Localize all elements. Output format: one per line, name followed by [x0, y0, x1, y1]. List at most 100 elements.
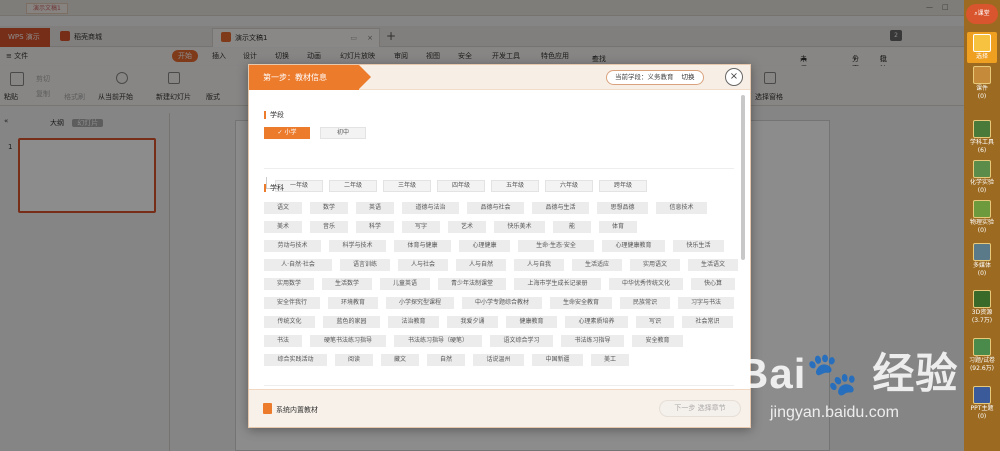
subject-option[interactable]: 语文综合学习 — [490, 335, 553, 347]
subject-option[interactable]: 信息技术 — [656, 202, 707, 214]
book-icon — [263, 403, 272, 414]
sidebar-item-select[interactable]: 选择 — [967, 32, 997, 63]
subject-option[interactable]: 英语 — [356, 202, 394, 214]
classroom-sidebar: ⌕课堂 选择 课件 (0) 学科工具 (6) 化学实验 (0) 物理实验 (0) 多媒体… — [964, 0, 1000, 451]
grade-option[interactable]: 三年级 — [383, 180, 431, 192]
subject-option[interactable]: 心理素质培养 — [565, 316, 628, 328]
subject-option[interactable]: 写字 — [402, 221, 440, 233]
subject-option[interactable]: 艺术 — [448, 221, 486, 233]
sidebar-item-subject-tools[interactable]: 学科工具 (6) — [967, 120, 997, 155]
subject-option[interactable]: 书法 — [264, 335, 302, 347]
subject-option[interactable]: 安全伴我行 — [264, 297, 320, 309]
chemistry-icon — [973, 160, 991, 178]
3d-icon — [973, 290, 991, 308]
subject-option[interactable]: 思想品德 — [597, 202, 648, 214]
subject-option[interactable]: 上海市学生成长记录册 — [514, 278, 601, 290]
subject-option[interactable]: 美术 — [264, 221, 302, 233]
subject-option[interactable]: 心理健康 — [459, 240, 510, 252]
switch-stage-link[interactable]: 切换 — [682, 73, 695, 81]
subject-option[interactable]: 数学 — [310, 202, 348, 214]
subject-option[interactable]: 生活数学 — [322, 278, 372, 290]
grade-option[interactable]: 二年级 — [329, 180, 377, 192]
subject-option[interactable]: 我爱夕诵 — [447, 316, 498, 328]
subject-option[interactable]: 小学探究型课程 — [386, 297, 454, 309]
subject-option[interactable]: 儿童英语 — [380, 278, 430, 290]
subject-option[interactable]: 人·自然·社会 — [264, 259, 332, 271]
subject-option[interactable]: 青少年法制课堂 — [438, 278, 506, 290]
subject-option[interactable]: 话说温州 — [473, 354, 524, 366]
physics-icon — [973, 200, 991, 218]
scrollbar[interactable] — [741, 95, 745, 260]
sidebar-search-button[interactable]: ⌕课堂 — [966, 4, 998, 24]
subject-option[interactable]: 语言训练 — [340, 259, 390, 271]
subject-option[interactable]: 习字与书法 — [678, 297, 734, 309]
exercises-icon — [973, 338, 991, 356]
subject-option[interactable]: 硬笔书法练习指导 — [310, 335, 386, 347]
subject-option[interactable]: 安全教育 — [632, 335, 683, 347]
subject-option[interactable]: 社会常识 — [682, 316, 733, 328]
sidebar-item-courseware[interactable]: 课件 (0) — [967, 66, 997, 101]
next-step-button[interactable]: 下一步 选择章节 — [659, 400, 741, 417]
subject-option[interactable]: 中小学专题综合教材 — [462, 297, 542, 309]
stage-option-primary[interactable]: ✓ 小学 — [264, 127, 310, 139]
grade-option[interactable]: 四年级 — [437, 180, 485, 192]
divider — [264, 168, 734, 169]
subject-option[interactable]: 传统文化 — [264, 316, 315, 328]
subject-option[interactable]: 自然 — [427, 354, 465, 366]
grade-option[interactable]: 跨年级 — [599, 180, 647, 192]
subject-option[interactable]: 人与自我 — [514, 259, 564, 271]
current-stage-selector[interactable]: 当前学段：义务教育 切换 — [606, 70, 704, 85]
subject-option[interactable]: 体育 — [599, 221, 637, 233]
subject-option[interactable]: 法治教育 — [388, 316, 439, 328]
subject-option[interactable]: 健康教育 — [506, 316, 557, 328]
subject-option[interactable]: 实用语文 — [630, 259, 680, 271]
subject-option[interactable]: 心理健康教育 — [602, 240, 665, 252]
subject-option[interactable]: 能 — [553, 221, 591, 233]
subject-option[interactable]: 快乐美术 — [494, 221, 545, 233]
sidebar-item-3d[interactable]: 3D资源 (3.7万) — [967, 290, 997, 325]
subject-option[interactable]: 科学与技术 — [329, 240, 386, 252]
grade-option[interactable]: 六年级 — [545, 180, 593, 192]
subject-option[interactable]: 实用数学 — [264, 278, 314, 290]
subject-option[interactable]: 美工 — [591, 354, 629, 366]
subject-option[interactable]: 写识 — [636, 316, 674, 328]
sidebar-item-physics[interactable]: 物理实验 (0) — [967, 200, 997, 235]
subject-option[interactable]: 综合实践活动 — [264, 354, 327, 366]
builtin-textbook-label[interactable]: 系统内置教材 — [263, 403, 318, 415]
subject-option[interactable]: 人与自然 — [456, 259, 506, 271]
divider — [264, 385, 734, 386]
subject-option[interactable]: 环境教育 — [328, 297, 378, 309]
subject-option[interactable]: 书法练习指导 — [561, 335, 624, 347]
sidebar-item-chemistry[interactable]: 化学实验 (0) — [967, 160, 997, 195]
sidebar-item-media[interactable]: 多媒体 (0) — [967, 243, 997, 278]
stage-option-junior[interactable]: 初中 — [320, 127, 366, 139]
subject-option[interactable]: 生命·生态·安全 — [518, 240, 594, 252]
subject-option[interactable]: 音乐 — [310, 221, 348, 233]
subject-option[interactable]: 道德与法治 — [402, 202, 459, 214]
subject-option[interactable]: 阅读 — [335, 354, 373, 366]
subject-option[interactable]: 中华优秀传统文化 — [609, 278, 683, 290]
media-icon — [973, 243, 991, 261]
subject-option[interactable]: 体育与健康 — [394, 240, 451, 252]
subject-option[interactable]: 书法练习指导（硬笔） — [394, 335, 482, 347]
subject-option[interactable]: 生命安全教育 — [550, 297, 612, 309]
subject-option[interactable]: 生活语文 — [688, 259, 738, 271]
subject-option[interactable]: 快心算 — [691, 278, 735, 290]
subject-option[interactable]: 品德与社会 — [467, 202, 524, 214]
subject-option[interactable]: 生活适应 — [572, 259, 622, 271]
subject-option[interactable]: 民族常识 — [620, 297, 670, 309]
subject-option[interactable]: 语文 — [264, 202, 302, 214]
step-title: 第一步：教材信息 — [249, 65, 371, 90]
subject-option[interactable]: 藏文 — [381, 354, 419, 366]
sidebar-item-ppt-theme[interactable]: PPT主题 (0) — [967, 386, 997, 421]
subject-option[interactable]: 蓝色的家园 — [323, 316, 380, 328]
subject-option[interactable]: 中国新疆 — [532, 354, 583, 366]
grade-option[interactable]: 五年级 — [491, 180, 539, 192]
sidebar-item-exercises[interactable]: 习题/试卷 (92.6万) — [967, 338, 997, 373]
subject-option[interactable]: 品德与生活 — [532, 202, 589, 214]
subject-option[interactable]: 快乐生活 — [673, 240, 724, 252]
subject-option[interactable]: 科学 — [356, 221, 394, 233]
close-button[interactable]: × — [725, 68, 743, 86]
subject-option[interactable]: 人与社会 — [398, 259, 448, 271]
subject-option[interactable]: 劳动与技术 — [264, 240, 321, 252]
